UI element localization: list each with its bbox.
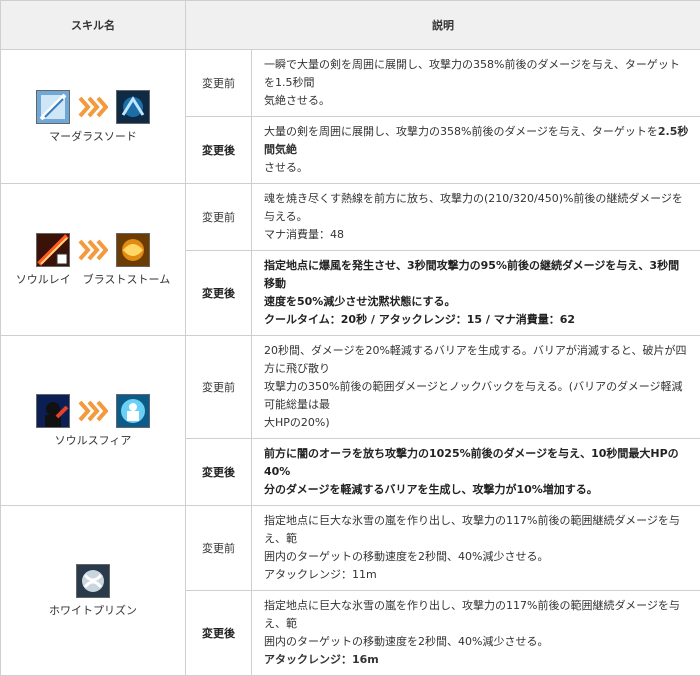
- sword-skill-icon: [36, 90, 70, 124]
- description-after: 前方に闇のオーラを放ち攻撃力の1025%前後のダメージを与え、10秒間最大HPの…: [252, 439, 700, 506]
- description-after: 指定地点に爆風を発生させ、3秒間攻撃力の95%前後の継続ダメージを与え、3秒間移…: [252, 251, 700, 336]
- description-line: 気絶させる。: [264, 92, 690, 110]
- description-line: 指定地点に爆風を発生させ、3秒間攻撃力の95%前後の継続ダメージを与え、3秒間移…: [264, 257, 690, 293]
- description-line: させる。: [264, 159, 690, 177]
- description-line: 魂を焼き尽くす熱線を前方に放ち、攻撃力の(210/320/450)%前後の継続ダ…: [264, 190, 690, 226]
- label-after: 変更後: [186, 439, 252, 506]
- table-header-row: スキル名 説明: [1, 1, 700, 50]
- description-text: 大量の剣を周囲に展開し、攻撃力の358%前後のダメージを与え、ターゲットを: [264, 125, 658, 138]
- soul-ray-skill-icon: [36, 233, 70, 267]
- skill-name: マーダラスソード: [49, 128, 137, 144]
- description-line: 一瞬で大量の剣を周囲に展開し、攻撃力の358%前後のダメージを与え、ターゲットを…: [264, 56, 690, 92]
- description-line: クールタイム：20秒 / アタックレンジ：15 / マナ消費量：62: [264, 311, 690, 329]
- label-before: 変更前: [186, 506, 252, 591]
- skill-name: ホワイトプリズン: [49, 602, 137, 618]
- description-line: 20秒間、ダメージを20%軽減するバリアを生成する。バリアが消滅すると、破片が四…: [264, 342, 690, 378]
- description-line: マナ消費量：48: [264, 226, 690, 244]
- description-after: 大量の剣を周囲に展開し、攻撃力の358%前後のダメージを与え、ターゲットを2.5…: [252, 117, 700, 184]
- skill-cell-murderous-sword: マーダラスソード: [1, 50, 186, 184]
- skill-name: ソウルスフィア: [55, 432, 132, 448]
- description-after: 指定地点に巨大な氷雪の嵐を作り出し、攻撃力の117%前後の範囲継続ダメージを与え…: [252, 591, 700, 676]
- description-highlight: アタックレンジ：16m: [264, 651, 690, 669]
- description-before: 魂を焼き尽くす熱線を前方に放ち、攻撃力の(210/320/450)%前後の継続ダ…: [252, 184, 700, 251]
- description-line: 指定地点に巨大な氷雪の嵐を作り出し、攻撃力の117%前後の範囲継続ダメージを与え…: [264, 597, 690, 633]
- label-after: 変更後: [186, 251, 252, 336]
- description-line: 囲内のターゲットの移動速度を2秒間、40%減少させる。: [264, 633, 690, 651]
- skill-cell-white-prison: ホワイトプリズン: [1, 506, 186, 676]
- sword-storm-skill-icon: [116, 90, 150, 124]
- table-row: ソウルスフィア 変更前 20秒間、ダメージを20%軽減するバリアを生成する。バリ…: [1, 336, 700, 439]
- transition-arrows-icon: [78, 400, 108, 422]
- table-row: ソウルレイ ブラストストーム 変更前 魂を焼き尽くす熱線を前方に放ち、攻撃力の(…: [1, 184, 700, 251]
- description-line: 前方に闇のオーラを放ち攻撃力の1025%前後のダメージを与え、10秒間最大HPの…: [264, 445, 690, 481]
- skill-change-table: スキル名 説明 マーダラスソード 変更前 一瞬で大量の剣を周囲に展開し、攻撃力の…: [0, 0, 700, 676]
- transition-arrows-icon: [78, 239, 108, 261]
- table-row: マーダラスソード 変更前 一瞬で大量の剣を周囲に展開し、攻撃力の358%前後のダ…: [1, 50, 700, 117]
- description-before: 一瞬で大量の剣を周囲に展開し、攻撃力の358%前後のダメージを与え、ターゲットを…: [252, 50, 700, 117]
- column-header-skill-name: スキル名: [1, 1, 186, 50]
- description-line: 分のダメージを軽減するバリアを生成し、攻撃力が10%増加する。: [264, 481, 690, 499]
- description-line: 大HPの20%): [264, 414, 690, 432]
- soul-barrier-skill-icon: [36, 394, 70, 428]
- label-before: 変更前: [186, 50, 252, 117]
- label-before: 変更前: [186, 184, 252, 251]
- column-header-description: 説明: [186, 1, 700, 50]
- label-after: 変更後: [186, 591, 252, 676]
- description-line: 囲内のターゲットの移動速度を2秒間、40%減少させる。: [264, 548, 690, 566]
- skill-name: ブラストストーム: [83, 271, 170, 287]
- blast-storm-skill-icon: [116, 233, 150, 267]
- description-line: 攻撃力の350%前後の範囲ダメージとノックバックを与える。(バリアのダメージ軽減…: [264, 378, 690, 414]
- description-before: 20秒間、ダメージを20%軽減するバリアを生成する。バリアが消滅すると、破片が四…: [252, 336, 700, 439]
- skill-cell-soul-ray: ソウルレイ ブラストストーム: [1, 184, 186, 336]
- skill-name: ソウルレイ: [16, 271, 71, 287]
- transition-arrows-icon: [78, 96, 108, 118]
- skill-cell-soul-sphere: ソウルスフィア: [1, 336, 186, 506]
- table-row: ホワイトプリズン 変更前 指定地点に巨大な氷雪の嵐を作り出し、攻撃力の117%前…: [1, 506, 700, 591]
- description-before: 指定地点に巨大な氷雪の嵐を作り出し、攻撃力の117%前後の範囲継続ダメージを与え…: [252, 506, 700, 591]
- description-line: アタックレンジ：11m: [264, 566, 690, 584]
- label-before: 変更前: [186, 336, 252, 439]
- description-line: 速度を50%減少させ沈黙状態にする。: [264, 293, 690, 311]
- soul-sphere-skill-icon: [116, 394, 150, 428]
- label-after: 変更後: [186, 117, 252, 184]
- description-line: 指定地点に巨大な氷雪の嵐を作り出し、攻撃力の117%前後の範囲継続ダメージを与え…: [264, 512, 690, 548]
- white-prison-skill-icon: [76, 564, 110, 598]
